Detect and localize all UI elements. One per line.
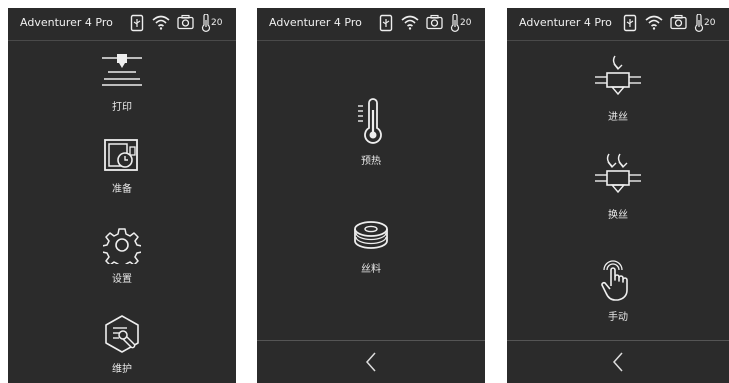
wifi-icon	[152, 15, 170, 30]
menu-item-maintenance[interactable]: 维护	[8, 314, 236, 375]
status-icons: 20	[623, 14, 721, 34]
camera-icon	[670, 14, 687, 30]
temperature-icon	[201, 14, 211, 32]
menu-label-filament: 丝料	[361, 264, 381, 275]
back-bar	[257, 340, 485, 383]
status-icons: 20	[130, 14, 228, 34]
main-menu-panel: Adventurer 4 Pro 20 打印 准备 设置 维护	[8, 8, 236, 383]
status-icons: 20	[379, 14, 477, 34]
prepare-panel: Adventurer 4 Pro 20 预热 丝料	[257, 8, 485, 383]
menu-item-change-filament[interactable]: 换丝	[507, 152, 729, 221]
wifi-icon	[401, 15, 419, 30]
menu-item-prepare[interactable]: 准备	[8, 138, 236, 195]
status-bar: Adventurer 4 Pro 20	[257, 8, 485, 41]
status-bar: Adventurer 4 Pro 20	[8, 8, 236, 41]
menu-label-change-filament: 换丝	[608, 210, 628, 221]
status-bar: Adventurer 4 Pro 20	[507, 8, 729, 41]
wifi-icon	[645, 15, 663, 30]
menu-label-maintenance: 维护	[112, 364, 132, 375]
usb-icon	[623, 14, 637, 32]
menu-label-prepare: 准备	[112, 184, 132, 195]
menu-label-settings: 设置	[112, 274, 132, 285]
printer-name: Adventurer 4 Pro	[519, 16, 612, 29]
maintenance-icon	[105, 315, 139, 353]
camera-icon	[177, 14, 194, 30]
back-bar	[507, 340, 729, 383]
prepare-icon	[104, 139, 138, 171]
temperature-value: 20	[460, 18, 472, 28]
filament-spool-icon	[354, 221, 388, 249]
chevron-left-icon[interactable]	[365, 352, 377, 372]
menu-label-load-filament: 进丝	[608, 112, 628, 123]
temperature-value: 20	[704, 18, 716, 28]
menu-item-filament[interactable]: 丝料	[257, 218, 485, 275]
filament-change-icon	[595, 153, 641, 194]
temperature-value: 20	[211, 18, 223, 28]
menu-label-manual: 手动	[608, 312, 628, 323]
filament-load-icon	[595, 55, 641, 96]
printer-name: Adventurer 4 Pro	[269, 16, 362, 29]
camera-icon	[426, 14, 443, 30]
gear-icon	[103, 228, 141, 264]
usb-icon	[379, 14, 393, 32]
usb-icon	[130, 14, 144, 32]
hand-tap-icon	[601, 260, 628, 301]
thermometer-icon	[358, 98, 382, 144]
menu-item-settings[interactable]: 设置	[8, 226, 236, 285]
print-icon	[102, 54, 142, 86]
temperature-icon	[694, 14, 704, 32]
menu-label-preheat: 预热	[361, 156, 381, 167]
printer-name: Adventurer 4 Pro	[20, 16, 113, 29]
chevron-left-icon[interactable]	[612, 352, 624, 372]
menu-item-load-filament[interactable]: 进丝	[507, 54, 729, 123]
menu-item-preheat[interactable]: 预热	[257, 98, 485, 167]
menu-item-manual[interactable]: 手动	[507, 258, 729, 323]
menu-item-print[interactable]: 打印	[8, 52, 236, 113]
filament-panel: Adventurer 4 Pro 20 进丝 换丝 手动	[507, 8, 729, 383]
temperature-icon	[450, 14, 460, 32]
menu-label-print: 打印	[112, 102, 132, 113]
